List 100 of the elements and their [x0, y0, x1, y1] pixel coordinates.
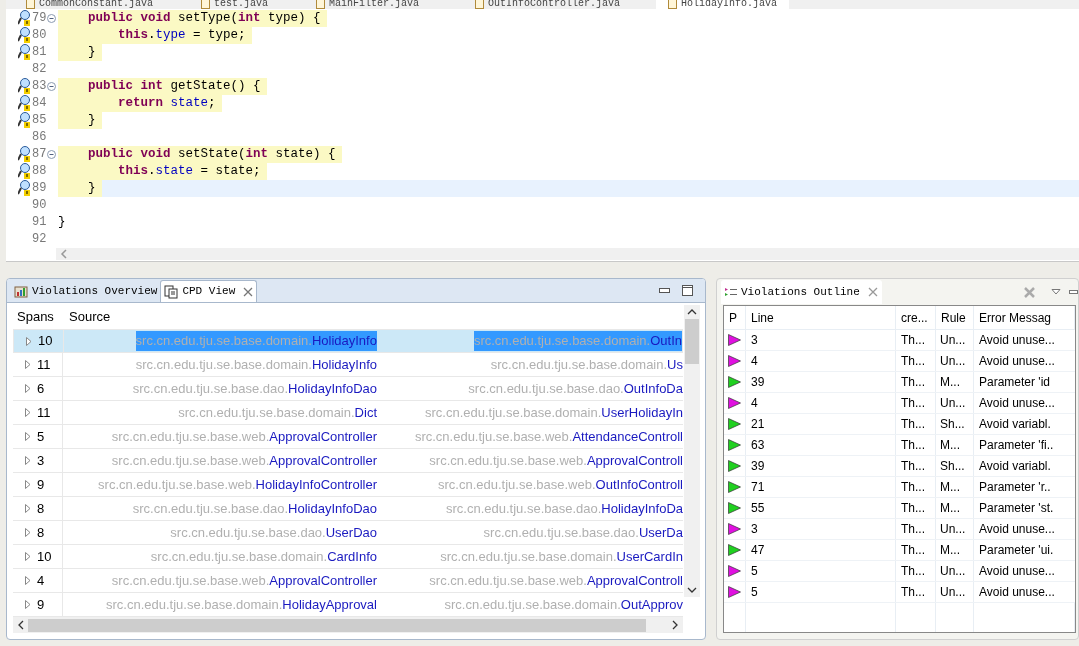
scrollbar-thumb[interactable] [28, 618, 646, 632]
scrollbar-thumb[interactable] [685, 319, 699, 364]
column-header[interactable]: Source [63, 307, 111, 327]
line-cell: 3 [746, 519, 896, 539]
rule-cell: Un... [936, 351, 974, 371]
line-cell: 39 [746, 372, 896, 392]
spans-cell-text: 11 [37, 355, 51, 374]
scroll-right-icon[interactable] [672, 620, 679, 630]
column-header[interactable]: Spans [13, 307, 63, 327]
source-cell-text: src.cn.edu.tju.se.base.domain.UserHolidayIn [425, 403, 683, 422]
expand-arrow-icon[interactable] [25, 456, 31, 465]
table-row[interactable]: 10 src.cn.edu.tju.se.base.domain.HolidayInfo src.cn.edu.tju.se.base.domain.OutIn [13, 329, 683, 353]
line-number: 85 [32, 112, 47, 130]
table-cell: Th... [896, 330, 936, 350]
source-cell-text: src.cn.edu.tju.se.base.web.ApprovalControll [429, 571, 683, 590]
scroll-up-icon[interactable] [687, 309, 697, 315]
minimize-icon[interactable] [1069, 289, 1078, 295]
message-cell-text: Avoid unuse... [978, 395, 1056, 412]
message-cell-text: Parameter 'r.. [978, 479, 1052, 496]
remove-icon[interactable] [1024, 286, 1035, 298]
line-number: 83 [32, 78, 47, 96]
source-cell-text: src.cn.edu.tju.se.base.web.ApprovalController [111, 427, 377, 446]
table-row[interactable]: 11 src.cn.edu.tju.se.base.domain.HolidayInfo src.cn.edu.tju.se.base.domain.Us [13, 353, 683, 377]
rule-cell: Un... [936, 561, 974, 581]
column-header[interactable]: cre... [896, 306, 936, 329]
java-file-icon [475, 0, 485, 9]
column-header[interactable]: Line [746, 306, 896, 329]
source-cell-text: src.cn.edu.tju.se.base.domain.HolidayInfo [135, 355, 377, 374]
expand-arrow-icon[interactable] [25, 576, 31, 585]
collapse-icon[interactable] [47, 13, 57, 23]
line-cell: 4 [746, 351, 896, 371]
spans-cell-text: 10 [38, 332, 53, 351]
spans-cell-text: 9 [37, 475, 45, 494]
table-row[interactable]: 11 src.cn.edu.tju.se.base.domain.Dict src.cn.edu.tju.se.base.domain.UserHolidayIn [13, 401, 683, 425]
view-tab[interactable]: Violations Outline [721, 280, 882, 304]
expand-arrow-icon[interactable] [25, 600, 31, 609]
table-cell: Th... [896, 393, 936, 413]
expand-arrow-icon[interactable] [25, 384, 31, 393]
table-row[interactable]: 8 src.cn.edu.tju.se.base.dao.HolidayInfoDao src.cn.edu.tju.se.base.dao.HolidayInfoDa [13, 497, 683, 521]
source-cell-text: src.cn.edu.tju.se.base.web.ApprovalController [111, 451, 377, 470]
table-row[interactable]: 3 src.cn.edu.tju.se.base.web.ApprovalController src.cn.edu.tju.se.base.web.ApprovalControll [13, 449, 683, 473]
table-row[interactable]: 9 src.cn.edu.tju.se.base.web.HolidayInfoController src.cn.edu.tju.se.base.web.OutInfoControll [13, 473, 683, 497]
line-cell: 71 [746, 477, 896, 497]
chart-list-icon [14, 284, 28, 298]
scroll-down-icon[interactable] [687, 587, 697, 593]
collapse-icon[interactable] [47, 149, 57, 159]
rule-cell: Sh... [936, 414, 974, 434]
rule-cell: M... [936, 540, 974, 560]
table-row[interactable]: 4 src.cn.edu.tju.se.base.web.ApprovalController src.cn.edu.tju.se.base.web.ApprovalControll [13, 569, 683, 593]
table-row[interactable]: 6 src.cn.edu.tju.se.base.dao.HolidayInfoDao src.cn.edu.tju.se.base.dao.OutInfoDa [13, 377, 683, 401]
collapse-icon[interactable] [47, 81, 57, 91]
expand-arrow-icon[interactable] [25, 528, 31, 537]
close-icon[interactable] [243, 286, 254, 297]
table-cell: Th... [896, 414, 936, 434]
view-tab[interactable]: CPD View [160, 280, 258, 302]
expand-arrow-icon[interactable] [25, 432, 31, 441]
column-header[interactable]: P [724, 306, 746, 329]
table-cell: Th... [896, 351, 936, 371]
rule-cell: M... [936, 372, 974, 392]
rule-cell: Un... [936, 393, 974, 413]
table-cell: Th... [896, 456, 936, 476]
scroll-left-icon[interactable] [17, 620, 24, 630]
line-number: 86 [32, 129, 47, 147]
close-icon[interactable] [867, 287, 878, 297]
message-cell-text: Avoid unuse... [978, 584, 1056, 601]
expand-arrow-icon[interactable] [25, 480, 31, 489]
message-cell-text: Avoid unuse... [978, 332, 1056, 349]
line-number: 87 [32, 146, 47, 164]
view-tab[interactable]: Violations Overview [11, 280, 161, 302]
table-row[interactable]: 5 src.cn.edu.tju.se.base.web.ApprovalController src.cn.edu.tju.se.base.web.AttendanceControll [13, 425, 683, 449]
maximize-icon[interactable] [682, 285, 693, 296]
spans-cell-text: 3 [37, 451, 45, 470]
line-number: 92 [32, 231, 47, 249]
line-cell: 5 [746, 582, 896, 602]
table-row[interactable]: 8 src.cn.edu.tju.se.base.dao.UserDao src.cn.edu.tju.se.base.dao.UserDa [13, 521, 683, 545]
horizontal-scrollbar[interactable] [56, 247, 1079, 260]
expand-arrow-icon[interactable] [25, 552, 31, 561]
expand-arrow-icon[interactable] [25, 408, 31, 417]
table-cell: Th... [896, 435, 936, 455]
line-cell: 5 [746, 561, 896, 581]
vertical-scrollbar[interactable] [684, 305, 700, 597]
message-cell-text: Parameter 'fi.. [978, 437, 1055, 454]
expand-arrow-icon[interactable] [26, 336, 32, 346]
minimize-icon[interactable] [659, 287, 670, 294]
horizontal-scrollbar[interactable] [13, 617, 683, 633]
column-header[interactable]: Rule [936, 306, 974, 329]
line-cell: 47 [746, 540, 896, 560]
expand-arrow-icon[interactable] [25, 504, 31, 513]
copy-pages-icon [164, 284, 179, 299]
spans-cell-text: 10 [37, 547, 52, 566]
rule-cell: Un... [936, 519, 974, 539]
message-cell-text: Avoid unuse... [978, 521, 1056, 538]
source-cell-text: src.cn.edu.tju.se.base.web.AttendanceControll [414, 427, 683, 446]
column-header[interactable]: Error Messag [974, 306, 1075, 329]
expand-arrow-icon[interactable] [25, 360, 31, 369]
table-row[interactable]: 10 src.cn.edu.tju.se.base.domain.CardInfo src.cn.edu.tju.se.base.domain.UserCardIn [13, 545, 683, 569]
editor-tab[interactable]: HolidayInfo.java [656, 0, 790, 9]
dropdown-icon[interactable] [1051, 289, 1061, 295]
line-number: 89 [32, 180, 47, 198]
source-cell-text: src.cn.edu.tju.se.base.dao.UserDao [170, 523, 377, 542]
